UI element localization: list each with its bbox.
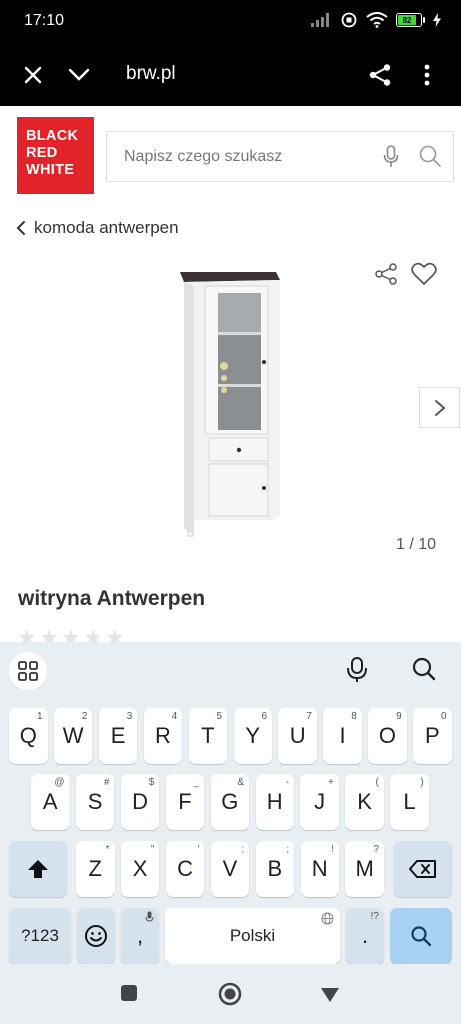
mic-hint-icon xyxy=(145,911,154,922)
microphone-icon[interactable] xyxy=(383,145,399,169)
key-b[interactable]: B; xyxy=(255,841,295,897)
key-k[interactable]: K( xyxy=(345,774,384,830)
backspace-icon xyxy=(409,860,436,878)
back-icon[interactable] xyxy=(320,987,340,1003)
search-placeholder: Napisz czego szukasz xyxy=(124,148,283,165)
space-key[interactable]: Polski xyxy=(165,908,340,964)
key-s[interactable]: S # xyxy=(75,774,115,830)
battery-icon: 82 xyxy=(396,13,425,27)
wifi-icon xyxy=(366,12,388,28)
status-time: 17:10 xyxy=(24,12,65,29)
browser-toolbar: brw.pl xyxy=(0,44,461,106)
share-icon[interactable] xyxy=(365,60,395,90)
url-text[interactable]: brw.pl xyxy=(126,63,176,85)
key-a[interactable]: A @ xyxy=(31,774,70,830)
symbols-key[interactable]: ?123 xyxy=(9,908,71,964)
key-n[interactable]: N! xyxy=(300,841,339,897)
breadcrumb[interactable]: komoda antwerpen xyxy=(16,218,179,238)
key-d[interactable]: D $ xyxy=(120,774,160,830)
key-r[interactable]: R4 xyxy=(143,708,183,764)
key-c[interactable]: C ' xyxy=(165,841,205,897)
key-y[interactable]: Y6 xyxy=(233,708,272,764)
product-title: witryna Antwerpen xyxy=(18,587,206,610)
key-f[interactable]: F _ xyxy=(165,774,205,830)
signal-icon xyxy=(311,13,329,27)
backspace-key[interactable] xyxy=(394,841,452,897)
key-i[interactable]: I8 xyxy=(323,708,362,764)
key-o[interactable]: O9 xyxy=(368,708,407,764)
key-q[interactable]: Q1 xyxy=(9,708,48,764)
charging-icon xyxy=(433,13,441,27)
globe-icon xyxy=(321,912,334,925)
key-p[interactable]: P0 xyxy=(413,708,452,764)
chevron-left-icon xyxy=(16,221,25,235)
product-share-icon[interactable] xyxy=(374,262,398,286)
key-e[interactable]: E3 xyxy=(98,708,138,764)
status-bar: 17:10 82 xyxy=(0,0,461,44)
key-t[interactable]: T5 xyxy=(188,708,228,764)
more-menu-icon[interactable] xyxy=(412,60,442,90)
key-x[interactable]: X " xyxy=(120,841,160,897)
emoji-icon xyxy=(85,925,107,947)
brand-logo[interactable]: BLACK RED WHITE xyxy=(17,117,94,194)
keyboard-toolbar xyxy=(0,642,461,698)
key-z[interactable]: Z * xyxy=(76,841,115,897)
breadcrumb-label: komoda antwerpen xyxy=(34,218,179,237)
voice-input-icon[interactable] xyxy=(345,656,369,684)
key-j[interactable]: J + xyxy=(300,774,339,830)
gallery-next-button[interactable] xyxy=(419,387,460,428)
key-v[interactable]: V: xyxy=(210,841,250,897)
home-icon[interactable] xyxy=(218,982,242,1006)
period-key[interactable]: . !? xyxy=(346,908,384,964)
chevron-down-icon[interactable] xyxy=(64,60,94,90)
status-icons: 82 xyxy=(310,11,441,29)
comma-key[interactable]: , xyxy=(121,908,159,964)
system-nav-bar xyxy=(0,964,461,1024)
search-action-key[interactable] xyxy=(390,908,452,964)
keyboard-search-icon[interactable] xyxy=(411,656,437,682)
product-image[interactable] xyxy=(176,266,286,541)
gallery-counter: 1 / 10 xyxy=(396,536,437,553)
key-l[interactable]: L) xyxy=(390,774,429,830)
apps-grid-icon[interactable] xyxy=(9,652,47,690)
key-m[interactable]: M? xyxy=(345,841,384,897)
key-g[interactable]: G & xyxy=(210,774,250,830)
close-icon[interactable] xyxy=(18,60,48,90)
emoji-key[interactable] xyxy=(77,908,115,964)
search-icon[interactable] xyxy=(418,144,442,168)
heart-icon[interactable] xyxy=(411,262,437,286)
chevron-right-icon xyxy=(434,399,446,416)
shift-key[interactable] xyxy=(9,841,67,897)
key-u[interactable]: U7 xyxy=(278,708,317,764)
on-screen-keyboard: Q 1 W 2 E 3 R 4 T 5 Y 6 U 7 I 8 O 9 P 0 A @ S # D $ F _ G & H - J + K(L) Z *… xyxy=(0,642,461,964)
key-h[interactable]: H- xyxy=(255,774,294,830)
rotate-icon xyxy=(341,12,357,28)
search-input[interactable]: Napisz czego szukasz xyxy=(106,131,454,182)
key-w[interactable]: W2 xyxy=(53,708,93,764)
search-icon xyxy=(411,926,432,947)
shift-icon xyxy=(28,860,48,878)
recents-icon[interactable] xyxy=(120,984,138,1002)
